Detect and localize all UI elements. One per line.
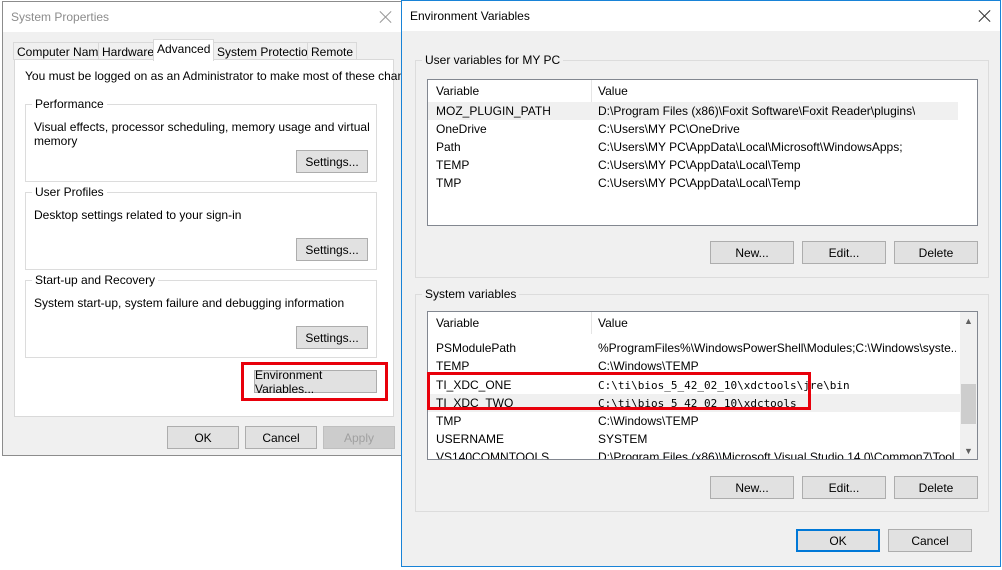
table-row[interactable]: TI_XDC_ONE C:\ti\bios_5_42_02_10\xdctool… bbox=[428, 376, 960, 394]
user-edit-button[interactable]: Edit... bbox=[802, 241, 886, 264]
user-new-button[interactable]: New... bbox=[710, 241, 794, 264]
table-row[interactable]: OneDrive C:\Users\MY PC\OneDrive bbox=[428, 120, 958, 138]
row-variable: TEMP bbox=[436, 359, 470, 373]
system-properties-titlebar[interactable]: System Properties bbox=[3, 2, 401, 32]
system-new-button[interactable]: New... bbox=[710, 476, 794, 499]
row-variable: MOZ_PLUGIN_PATH bbox=[436, 104, 551, 118]
tab-label: Remote bbox=[311, 45, 354, 59]
user-variables-list[interactable]: Variable Value MOZ_PLUGIN_PATH D:\Progra… bbox=[427, 79, 978, 226]
group-label: User Profiles bbox=[32, 185, 107, 199]
group-description: Visual effects, processor scheduling, me… bbox=[34, 120, 370, 148]
scrollbar-thumb[interactable] bbox=[961, 384, 976, 424]
row-value: C:\ti\bios_5_42_02_10\xdctools bbox=[598, 397, 797, 410]
row-value: C:\Windows\TEMP bbox=[598, 414, 699, 428]
row-variable: TEMP bbox=[436, 158, 470, 172]
row-variable: TI_XDC_TWO bbox=[436, 396, 514, 410]
row-value: C:\Users\MY PC\OneDrive bbox=[598, 122, 740, 136]
column-header-variable[interactable]: Variable bbox=[436, 84, 479, 98]
group-label: Start-up and Recovery bbox=[32, 273, 159, 287]
list-header: Variable Value bbox=[428, 312, 977, 334]
tab-label: System Protection bbox=[217, 45, 315, 59]
advanced-tab-panel: You must be logged on as an Administrato… bbox=[14, 59, 427, 417]
row-value: C:\Users\MY PC\AppData\Local\Temp bbox=[598, 176, 801, 190]
tab-computer-name[interactable]: Computer Name bbox=[13, 42, 110, 60]
tab-label: Computer Name bbox=[17, 45, 106, 59]
row-value: C:\Users\MY PC\AppData\Local\Microsoft\W… bbox=[598, 140, 903, 154]
tab-system-protection[interactable]: System Protection bbox=[213, 42, 319, 60]
ok-button[interactable]: OK bbox=[167, 426, 239, 449]
environment-variables-button[interactable]: Environment Variables... bbox=[254, 368, 377, 396]
column-header-variable[interactable]: Variable bbox=[436, 316, 479, 330]
table-row[interactable]: TEMP C:\Windows\TEMP bbox=[428, 357, 960, 375]
table-row[interactable]: TMP C:\Users\MY PC\AppData\Local\Temp bbox=[428, 174, 958, 192]
group-label: Performance bbox=[32, 97, 107, 111]
user-delete-button[interactable]: Delete bbox=[894, 241, 978, 264]
group-label: User variables for MY PC bbox=[422, 53, 564, 67]
environment-variables-titlebar[interactable]: Environment Variables bbox=[402, 1, 1000, 31]
table-row[interactable]: MOZ_PLUGIN_PATH D:\Program Files (x86)\F… bbox=[428, 102, 958, 120]
window-title: System Properties bbox=[11, 10, 110, 24]
user-profiles-group: User Profiles Desktop settings related t… bbox=[25, 185, 377, 270]
performance-settings-button[interactable]: Settings... bbox=[296, 150, 368, 173]
table-row[interactable]: TI_XDC_TWO C:\ti\bios_5_42_02_10\xdctool… bbox=[428, 394, 960, 412]
row-value: C:\ti\bios_5_42_02_10\xdctools\jre\bin bbox=[598, 379, 850, 392]
tab-label: Hardware bbox=[102, 45, 155, 59]
row-variable: TMP bbox=[436, 176, 462, 190]
row-value: %ProgramFiles%\WindowsPowerShell\Modules… bbox=[598, 341, 956, 355]
table-row[interactable]: TEMP C:\Users\MY PC\AppData\Local\Temp bbox=[428, 156, 958, 174]
table-row[interactable]: PSModulePath %ProgramFiles%\WindowsPower… bbox=[428, 339, 960, 357]
system-variables-scrollbar[interactable]: ▲ ▼ bbox=[960, 312, 977, 459]
close-icon[interactable] bbox=[974, 5, 996, 27]
table-row[interactable]: VS140COMNTOOLS D:\Program Files (x86)\Mi… bbox=[428, 448, 960, 460]
row-value: D:\Program Files (x86)\Foxit Software\Fo… bbox=[598, 104, 916, 118]
row-variable: OneDrive bbox=[436, 122, 487, 136]
tab-remote[interactable]: Remote bbox=[307, 42, 358, 60]
column-header-value[interactable]: Value bbox=[598, 316, 628, 330]
table-row[interactable]: Path C:\Users\MY PC\AppData\Local\Micros… bbox=[428, 138, 958, 156]
row-variable: USERNAME bbox=[436, 432, 505, 446]
row-variable: VS140COMNTOOLS bbox=[436, 450, 550, 460]
group-description: System start-up, system failure and debu… bbox=[34, 296, 345, 310]
startup-recovery-group: Start-up and Recovery System start-up, s… bbox=[25, 273, 377, 358]
table-row[interactable]: USERNAME SYSTEM bbox=[428, 430, 960, 448]
system-properties-window: System Properties Computer Name Hardware… bbox=[2, 1, 427, 456]
row-value: D:\Program Files (x86)\Microsoft Visual … bbox=[598, 450, 956, 460]
cancel-button[interactable]: Cancel bbox=[245, 426, 317, 449]
system-edit-button[interactable]: Edit... bbox=[802, 476, 886, 499]
row-variable: TMP bbox=[436, 414, 462, 428]
window-title: Environment Variables bbox=[410, 9, 530, 23]
column-header-value[interactable]: Value bbox=[598, 84, 628, 98]
user-profiles-settings-button[interactable]: Settings... bbox=[296, 238, 368, 261]
scroll-up-icon[interactable]: ▲ bbox=[960, 312, 977, 329]
tab-label: Advanced bbox=[157, 42, 211, 56]
row-value: SYSTEM bbox=[598, 432, 648, 446]
row-value: C:\Windows\TEMP bbox=[598, 359, 699, 373]
close-icon[interactable] bbox=[375, 6, 397, 28]
scroll-down-icon[interactable]: ▼ bbox=[960, 442, 977, 459]
admin-notice: You must be logged on as an Administrato… bbox=[25, 69, 427, 83]
row-variable: PSModulePath bbox=[436, 341, 517, 355]
tab-advanced[interactable]: Advanced bbox=[153, 39, 215, 61]
system-delete-button[interactable]: Delete bbox=[894, 476, 978, 499]
column-separator[interactable] bbox=[591, 312, 592, 334]
column-separator[interactable] bbox=[591, 80, 592, 102]
ok-button[interactable]: OK bbox=[796, 529, 880, 552]
user-variables-group: User variables for MY PC Variable Value … bbox=[415, 53, 989, 278]
list-header: Variable Value bbox=[428, 80, 977, 102]
row-value: C:\Users\MY PC\AppData\Local\Temp bbox=[598, 158, 801, 172]
system-variables-list[interactable]: Variable Value PSModulePath %ProgramFile… bbox=[427, 311, 978, 460]
startup-recovery-settings-button[interactable]: Settings... bbox=[296, 326, 368, 349]
system-variables-group: System variables Variable Value PSModule… bbox=[415, 287, 989, 512]
performance-group: Performance Visual effects, processor sc… bbox=[25, 97, 377, 182]
environment-variables-window: Environment Variables User variables for… bbox=[401, 0, 1001, 567]
apply-button: Apply bbox=[323, 426, 395, 449]
table-row[interactable]: TMP C:\Windows\TEMP bbox=[428, 412, 960, 430]
row-variable: Path bbox=[436, 140, 461, 154]
group-description: Desktop settings related to your sign-in bbox=[34, 208, 242, 222]
cancel-button[interactable]: Cancel bbox=[888, 529, 972, 552]
row-variable: TI_XDC_ONE bbox=[436, 378, 512, 392]
tab-hardware[interactable]: Hardware bbox=[98, 42, 159, 60]
group-label: System variables bbox=[422, 287, 520, 301]
